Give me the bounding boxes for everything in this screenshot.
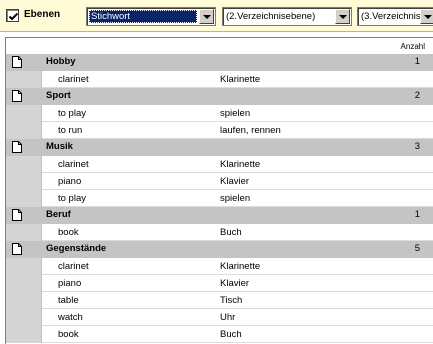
category-row[interactable]: Beruf 1 — [6, 207, 433, 224]
entry-english: to run — [58, 125, 83, 136]
level2-dropdown-value: (2.Verzeichnisebene) — [226, 11, 316, 22]
entry-english: table — [58, 295, 79, 306]
entry-row[interactable]: book Buch — [6, 224, 433, 241]
entry-german: Klavier — [220, 176, 250, 187]
chevron-down-icon[interactable] — [335, 9, 350, 24]
index-grid: Anzahl Hobby 1 clarinet Klarinette Sport 2 to … — [5, 37, 433, 344]
category-row[interactable]: Musik 3 — [6, 139, 433, 156]
category-count: 1 — [414, 209, 420, 220]
row-indent — [6, 309, 42, 326]
entry-row[interactable]: to play spielen — [6, 105, 433, 122]
entry-english: clarinet — [58, 159, 89, 170]
row-indent — [6, 105, 42, 122]
levels-label: Ebenen — [24, 9, 61, 20]
document-icon — [12, 243, 22, 255]
count-column-header: Anzahl — [400, 42, 425, 51]
entry-row[interactable]: table Tisch — [6, 292, 433, 309]
document-icon — [12, 141, 22, 153]
category-row[interactable]: Hobby 1 — [6, 54, 433, 71]
row-indent — [6, 292, 42, 309]
row-indent — [6, 122, 42, 139]
toolbar: Ebenen Stichwort (2.Verzeichnisebene) (3… — [0, 0, 433, 32]
level3-dropdown[interactable]: (3.Verzeichnisebene) — [357, 7, 433, 26]
chevron-down-icon[interactable] — [420, 9, 433, 24]
entry-row[interactable]: clarinet Klarinette — [6, 258, 433, 275]
row-indent — [6, 258, 42, 275]
category-row[interactable]: Sport 2 — [6, 88, 433, 105]
category-count: 3 — [414, 141, 420, 152]
entry-row[interactable]: to run laufen, rennen — [6, 122, 433, 139]
entry-german: Tisch — [220, 295, 243, 306]
category-count: 2 — [414, 90, 420, 101]
level2-dropdown[interactable]: (2.Verzeichnisebene) — [222, 7, 352, 26]
entry-row[interactable]: piano Klavier — [6, 275, 433, 292]
entry-row[interactable]: clarinet Klarinette — [6, 71, 433, 88]
row-indent — [6, 275, 42, 292]
entry-german: Uhr — [220, 312, 236, 323]
entry-german: laufen, rennen — [220, 125, 281, 136]
entry-english: clarinet — [58, 261, 89, 272]
entry-german: spielen — [220, 193, 251, 204]
entry-german: Klarinette — [220, 159, 261, 170]
entry-english: book — [58, 227, 79, 238]
row-indent — [6, 190, 42, 207]
category-name: Beruf — [46, 209, 71, 220]
entry-german: Klarinette — [220, 74, 261, 85]
entry-row[interactable]: clarinet Klarinette — [6, 156, 433, 173]
entry-german: spielen — [220, 108, 251, 119]
entry-english: watch — [58, 312, 83, 323]
category-count: 1 — [414, 56, 420, 67]
category-row[interactable]: Gegenstände 5 — [6, 241, 433, 258]
entry-english: piano — [58, 176, 82, 187]
row-indent — [6, 173, 42, 190]
entry-german: Klarinette — [220, 261, 261, 272]
row-indent — [6, 156, 42, 173]
entry-german: Klavier — [220, 278, 250, 289]
keyword-dropdown-value: Stichwort — [89, 10, 197, 23]
row-indent — [6, 326, 42, 343]
keyword-dropdown[interactable]: Stichwort — [86, 7, 216, 26]
document-icon — [12, 209, 22, 221]
document-icon — [12, 56, 22, 68]
entry-english: book — [58, 329, 79, 340]
entry-english: to play — [58, 193, 86, 204]
row-divider — [42, 342, 433, 343]
entry-row[interactable]: book Buch — [6, 326, 433, 343]
entry-english: to play — [58, 108, 86, 119]
chevron-down-icon[interactable] — [199, 9, 214, 24]
entry-row[interactable]: to play spielen — [6, 190, 433, 207]
levels-checkbox[interactable] — [6, 9, 19, 22]
category-name: Hobby — [46, 56, 76, 67]
entry-german: Buch — [220, 227, 242, 238]
entry-row[interactable]: watch Uhr — [6, 309, 433, 326]
document-icon — [12, 90, 22, 102]
row-indent — [6, 71, 42, 88]
entry-row[interactable]: piano Klavier — [6, 173, 433, 190]
entry-english: piano — [58, 278, 82, 289]
entry-german: Buch — [220, 329, 242, 340]
category-count: 5 — [414, 243, 420, 254]
entry-english: clarinet — [58, 74, 89, 85]
row-indent — [6, 224, 42, 241]
category-name: Gegenstände — [46, 243, 107, 254]
category-name: Musik — [46, 141, 73, 152]
category-name: Sport — [46, 90, 71, 101]
checkmark-icon — [8, 12, 19, 21]
